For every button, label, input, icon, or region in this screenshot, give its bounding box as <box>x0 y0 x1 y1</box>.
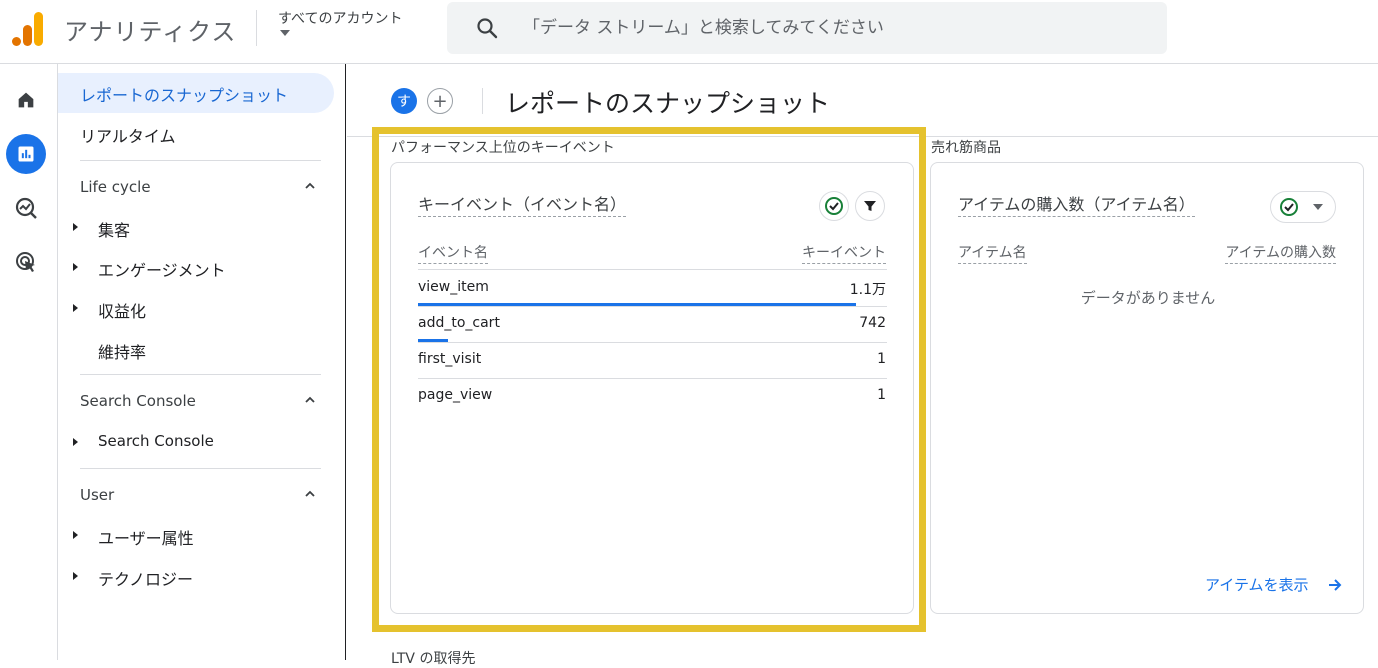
add-comparison-button[interactable]: + <box>427 88 453 114</box>
nav-section-title[interactable]: User <box>80 486 114 504</box>
explore-icon <box>15 197 37 219</box>
search-input[interactable] <box>523 2 1143 54</box>
search-bar[interactable] <box>447 2 1167 54</box>
advertising-icon <box>16 252 35 272</box>
nav-item-realtime[interactable]: リアルタイム <box>80 123 176 147</box>
report-nav: レポートのスナップショット リアルタイム Life cycle 集客 エンゲージ… <box>58 64 346 660</box>
chevron-up-icon[interactable] <box>305 489 315 499</box>
empty-state-text: データがありません <box>1080 289 1216 307</box>
arrow-right-icon[interactable] <box>1327 577 1343 593</box>
expand-triangle-icon[interactable] <box>73 438 78 446</box>
expand-triangle-icon[interactable] <box>73 263 78 271</box>
expand-triangle-icon[interactable] <box>73 531 78 539</box>
caret-down-icon <box>1313 204 1323 210</box>
expand-triangle-icon[interactable] <box>73 304 78 312</box>
top-items-card: アイテムの購入数（アイテム名） アイテム名 アイテムの購入数 データがありません… <box>930 162 1364 614</box>
nav-item-search-console[interactable]: Search Console <box>98 432 214 450</box>
nav-section-title[interactable]: Life cycle <box>80 178 151 196</box>
header-divider <box>482 88 483 114</box>
nav-item-acquisition[interactable]: 集客 <box>98 217 130 241</box>
nav-divider <box>80 374 321 375</box>
chevron-up-icon[interactable] <box>305 181 315 191</box>
reports-icon <box>18 146 34 162</box>
rail-advertising-button[interactable] <box>6 242 46 282</box>
highlight-frame <box>372 127 926 632</box>
chevron-up-icon[interactable] <box>305 395 315 405</box>
section-label-top-items: 売れ筋商品 <box>931 140 1001 156</box>
expand-triangle-icon[interactable] <box>73 572 78 580</box>
avatar[interactable]: す <box>391 88 417 114</box>
search-icon[interactable] <box>475 16 499 40</box>
verified-dropdown-button[interactable] <box>1270 191 1336 223</box>
rail-home-button[interactable] <box>6 80 46 120</box>
home-icon <box>18 92 34 108</box>
content-header: す + レポートのスナップショット <box>347 64 1378 136</box>
nav-divider <box>80 468 321 469</box>
column-header-item-purchases[interactable]: アイテムの購入数 <box>1225 242 1336 264</box>
check-circle-icon <box>1280 198 1298 216</box>
nav-item-demographics[interactable]: ユーザー属性 <box>98 525 194 549</box>
account-selector-label[interactable]: すべてのアカウント <box>278 8 402 28</box>
rail-reports-button[interactable] <box>6 134 46 174</box>
left-rail <box>0 64 58 660</box>
rail-explore-button[interactable] <box>6 188 46 228</box>
app-title: アナリティクス <box>64 18 237 46</box>
caret-down-icon[interactable] <box>280 30 290 36</box>
top-bar: アナリティクス すべてのアカウント <box>0 0 1378 64</box>
card-title[interactable]: アイテムの購入数（アイテム名） <box>958 191 1195 217</box>
page-title: レポートのスナップショット <box>505 89 831 118</box>
nav-item-tech[interactable]: テクノロジー <box>98 566 193 590</box>
nav-section-title[interactable]: Search Console <box>80 392 196 410</box>
section-label-ltv: LTV の取得先 <box>391 651 476 667</box>
nav-item-snapshot[interactable]: レポートのスナップショット <box>80 82 288 106</box>
column-header-item-name[interactable]: アイテム名 <box>958 242 1027 264</box>
nav-divider <box>80 160 321 161</box>
nav-item-retention[interactable]: 維持率 <box>98 339 146 363</box>
view-items-link[interactable]: アイテムを表示 <box>1205 574 1309 595</box>
header-divider <box>256 10 257 46</box>
analytics-logo-icon[interactable] <box>12 12 44 46</box>
nav-item-monetization[interactable]: 収益化 <box>98 298 146 322</box>
nav-item-engagement[interactable]: エンゲージメント <box>98 257 226 281</box>
expand-triangle-icon[interactable] <box>73 223 78 231</box>
